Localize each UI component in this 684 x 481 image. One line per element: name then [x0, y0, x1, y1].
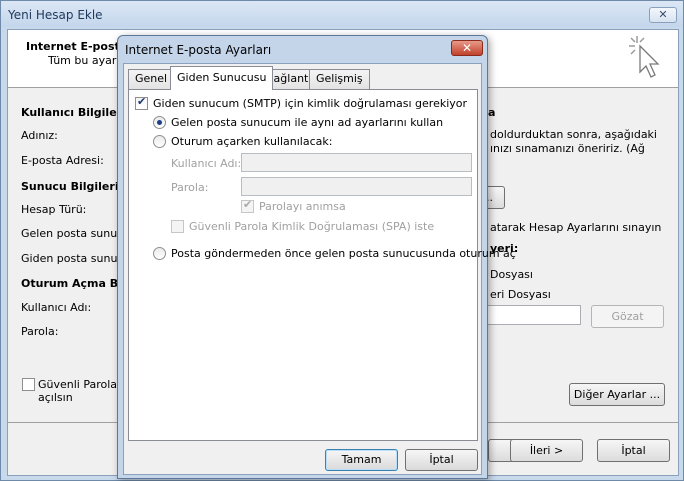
data-file-input[interactable]: [474, 305, 581, 325]
dialog-cancel-button[interactable]: İptal: [405, 449, 478, 471]
logon-using-label: Oturum açarken kullanılacak:: [171, 135, 333, 148]
section-server-info: Sunucu Bilgileri: [21, 180, 119, 193]
name-label: Adınız:: [21, 129, 58, 142]
internet-email-settings-dialog: Internet E-posta Ayarları ✕ Genel Giden …: [117, 35, 516, 479]
browse-button[interactable]: Gözat: [591, 305, 664, 328]
same-settings-label: Gelen posta sunucum ile aynı ad ayarları…: [171, 116, 444, 129]
dialog-title: Internet E-posta Ayarları: [125, 43, 272, 57]
deliver-option-1: Dosyası: [490, 268, 533, 281]
outer-titlebar: Yeni Hesap Ekle ✕: [1, 1, 683, 27]
right-section-heading: a: [488, 106, 496, 119]
smtp-auth-label: Giden sunucum (SMTP) için kimlik doğrula…: [153, 97, 468, 110]
remember-password-label: Parolayı anımsa: [259, 200, 346, 213]
dialog-client-area: Genel Giden Sunucusu Bağlantı Gelişmiş G…: [123, 63, 516, 475]
logon-using-row[interactable]: Oturum açarken kullanılacak:: [153, 135, 332, 148]
outer-window-title: Yeni Hesap Ekle: [8, 8, 103, 22]
smtp-auth-checkbox[interactable]: [135, 95, 148, 110]
remember-password-row[interactable]: Parolayı anımsa: [241, 198, 346, 213]
logon-using-radio[interactable]: [153, 135, 166, 148]
tab-advanced[interactable]: Gelişmiş: [309, 69, 370, 89]
account-type-label: Hesap Türü:: [21, 203, 87, 216]
remember-password-checkbox[interactable]: [241, 198, 254, 213]
password-label: Parola:: [21, 325, 59, 338]
dialog-password-input[interactable]: [241, 177, 472, 196]
more-settings-button[interactable]: Diğer Ayarlar ...: [569, 383, 665, 406]
right-instruction-line1: doldurduktan sonra, aşağıdaki: [490, 128, 657, 141]
username-label: Kullanıcı Adı:: [21, 301, 92, 314]
spa-require-checkbox[interactable]: [171, 220, 184, 233]
smtp-auth-row[interactable]: Giden sunucum (SMTP) için kimlik doğrula…: [135, 95, 468, 110]
deliver-option-2: eri Dosyası: [490, 288, 551, 301]
logon-before-send-row[interactable]: Posta göndermeden önce gelen posta sunuc…: [153, 247, 516, 260]
dialog-username-input[interactable]: [241, 153, 472, 172]
tab-outgoing-server[interactable]: Giden Sunucusu: [170, 66, 274, 90]
spa-require-row[interactable]: Güvenli Parola Kimlik Doğrulaması (SPA) …: [171, 220, 434, 233]
mouse-cursor-icon: [629, 36, 660, 78]
header-title: Internet E-posta: [26, 40, 128, 53]
spa-label-line2: açılsın: [38, 391, 73, 404]
same-settings-row[interactable]: Gelen posta sunucum ile aynı ad ayarları…: [153, 116, 443, 129]
logon-before-send-label: Posta göndermeden önce gelen posta sunuc…: [171, 247, 516, 260]
outer-close-button[interactable]: ✕: [649, 7, 677, 23]
email-label: E-posta Adresi:: [21, 154, 104, 167]
spa-checkbox[interactable]: [22, 378, 35, 391]
spa-require-label: Güvenli Parola Kimlik Doğrulaması (SPA) …: [189, 220, 435, 233]
dialog-close-button[interactable]: ✕: [451, 40, 483, 56]
dialog-password-label: Parola:: [171, 181, 209, 194]
section-user-info: Kullanıcı Bilgileri: [21, 106, 126, 119]
right-instruction-line2: ınızı sınamanızı öneririz. (Ağ: [490, 142, 645, 155]
same-settings-radio[interactable]: [153, 116, 166, 129]
outgoing-server-panel: Giden sunucum (SMTP) için kimlik doğrula…: [128, 89, 516, 441]
outer-cancel-button[interactable]: İptal: [597, 439, 670, 462]
test-on-next-label: atarak Hesap Ayarlarını sınayın: [490, 221, 662, 234]
logon-before-send-radio[interactable]: [153, 247, 166, 260]
ok-button[interactable]: Tamam: [325, 449, 398, 471]
tab-general[interactable]: Genel: [128, 69, 175, 89]
next-button[interactable]: İleri >: [510, 439, 583, 462]
dialog-username-label: Kullanıcı Adı:: [171, 157, 242, 170]
